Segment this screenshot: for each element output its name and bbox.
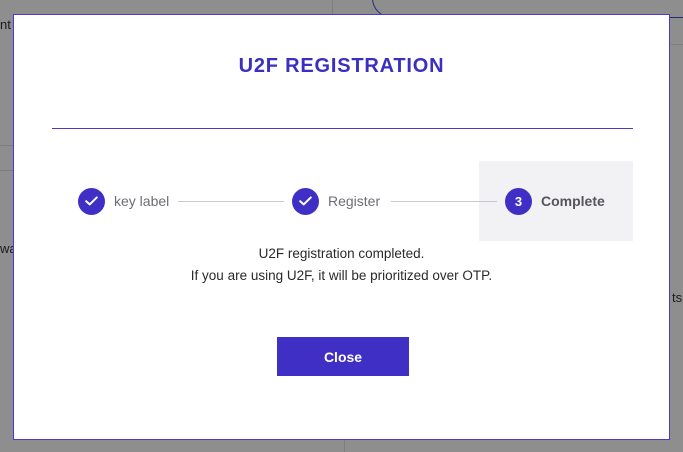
- step-label: Complete: [541, 193, 605, 209]
- step-complete: 3 Complete: [505, 187, 605, 215]
- check-icon: [78, 187, 105, 215]
- message-line: If you are using U2F, it will be priorit…: [190, 268, 493, 283]
- message-line: U2F registration completed.: [258, 246, 425, 261]
- step-connector: [178, 201, 284, 202]
- step-label: key label: [114, 193, 170, 209]
- step-key-label: key label: [78, 187, 169, 215]
- check-icon: [292, 187, 319, 215]
- registration-stepper: key label Register 3 Complete: [14, 161, 669, 241]
- completion-message: U2F registration completed. If you are u…: [14, 243, 669, 287]
- close-button[interactable]: Close: [277, 337, 409, 376]
- modal-title: U2F REGISTRATION: [238, 55, 445, 77]
- step-number: 3: [505, 187, 532, 215]
- step-register: Register: [292, 187, 380, 215]
- step-label: Register: [328, 193, 381, 209]
- step-connector: [391, 201, 497, 202]
- u2f-registration-modal: U2F REGISTRATION key label Register 3 Co…: [13, 14, 670, 440]
- title-divider: [52, 128, 633, 129]
